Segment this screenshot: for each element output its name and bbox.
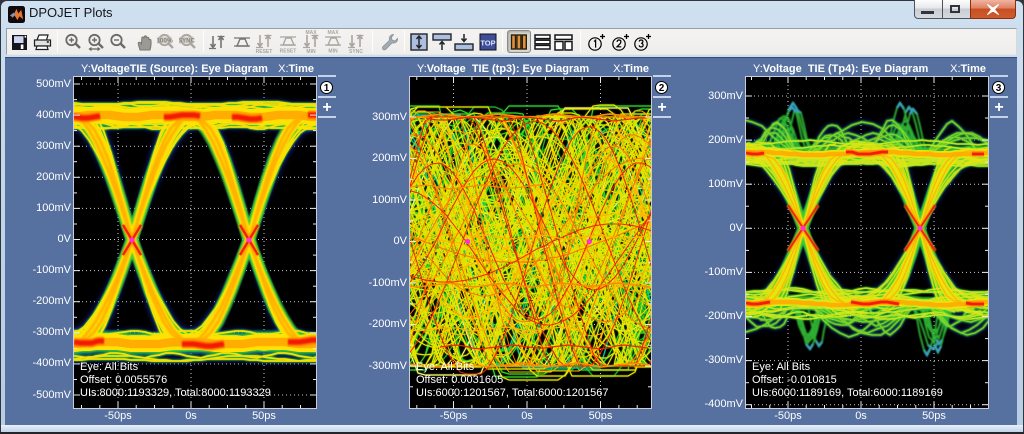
svg-text:RESET: RESET: [256, 49, 273, 55]
svg-text:100%: 100%: [157, 37, 173, 44]
svg-text:MIN: MIN: [306, 49, 316, 55]
svg-text:MIN: MIN: [328, 49, 338, 55]
svg-text:MAX: MAX: [327, 30, 339, 36]
svg-text:TOP: TOP: [480, 39, 495, 48]
svg-text:SYNC: SYNC: [349, 49, 363, 55]
svg-text:RESET: RESET: [280, 49, 297, 55]
svg-text:SYNC: SYNC: [179, 38, 196, 44]
